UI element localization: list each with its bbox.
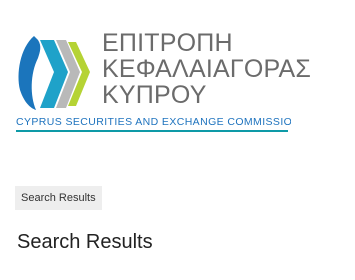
logo-wordmark: ΕΠΙΤΡΟΠΗ ΚΕΦΑΛΑΙΑΓΟΡΑΣ ΚΥΠΡΟΥ [102,29,312,109]
page-title: Search Results [17,231,153,253]
page: ΕΠΙΤΡΟΠΗ ΚΕΦΑΛΑΙΑΓΟΡΑΣ ΚΥΠΡΟΥ CYPRUS SEC… [0,0,355,280]
logo-underline [16,130,288,132]
cysec-logo-mark-icon [18,36,90,110]
breadcrumb-current: Search Results [15,186,102,210]
logo-line-3: ΚΥΠΡΟΥ [102,81,207,109]
logo-subtitle: CYPRUS SECURITIES AND EXCHANGE COMMISSIO… [16,116,291,128]
logo-line-1: ΕΠΙΤΡΟΠΗ [102,29,233,57]
logo-line-2: ΚΕΦΑΛΑΙΑΓΟΡΑΣ [102,55,312,83]
cysec-logo[interactable]: ΕΠΙΤΡΟΠΗ ΚΕΦΑΛΑΙΑΓΟΡΑΣ ΚΥΠΡΟΥ CYPRUS SEC… [12,24,312,136]
